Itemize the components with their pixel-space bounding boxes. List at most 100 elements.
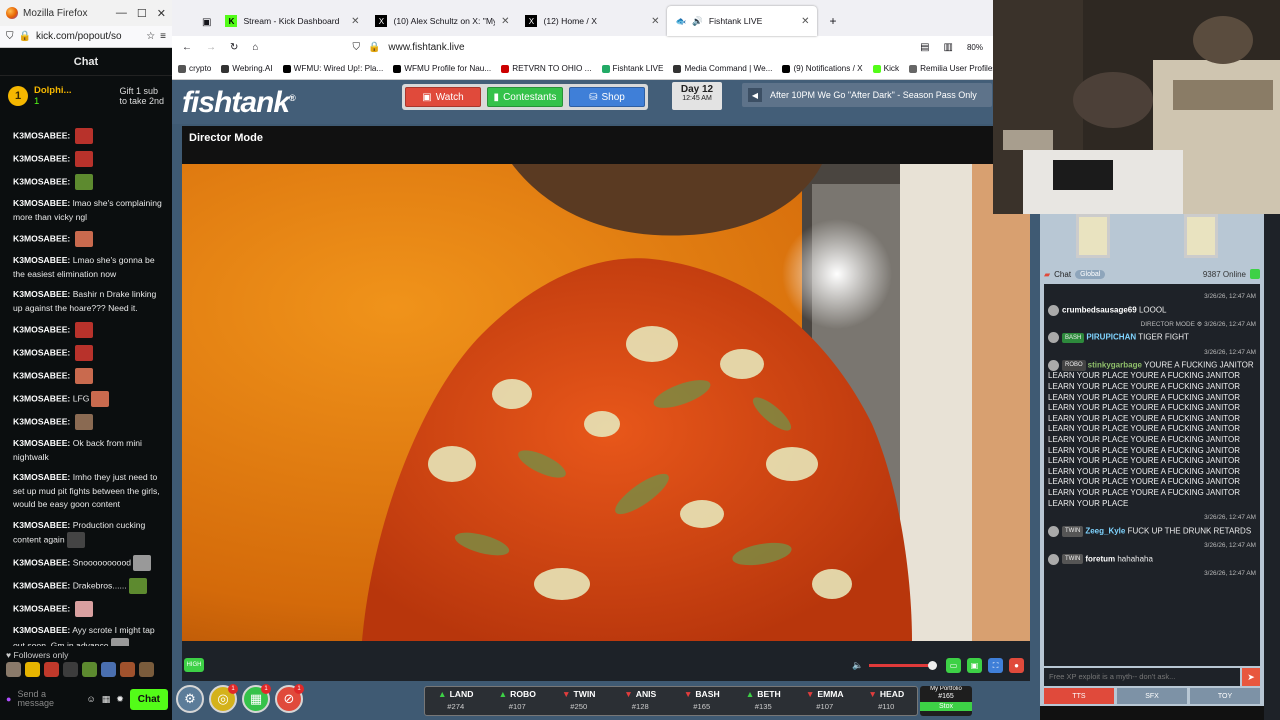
tab-fishtank-live[interactable]: 🐟 🔊 Fishtank LIVE ✕ xyxy=(667,6,818,36)
message-input[interactable]: Send a message xyxy=(17,690,80,708)
video-player[interactable] xyxy=(182,164,1030,641)
contestant-bash[interactable]: ▼ BASH #165 xyxy=(671,687,733,715)
emote-3[interactable] xyxy=(44,662,59,677)
contestant-twin[interactable]: ▼ TWIN #250 xyxy=(548,687,610,715)
emote-tray[interactable] xyxy=(6,662,154,677)
chat-username[interactable]: K3MOSABEE: xyxy=(13,603,70,613)
chat-username[interactable]: K3MOSABEE: xyxy=(13,557,70,567)
address-bar[interactable]: ⛉ 🔒 www.fishtank.live xyxy=(352,42,464,53)
avatar[interactable] xyxy=(1048,304,1059,316)
bookmark-item[interactable]: WFMU Profile for Nau... xyxy=(393,64,491,73)
minimize-icon[interactable]: — xyxy=(116,7,127,20)
store-icon[interactable]: ▦ xyxy=(102,694,111,705)
bookmark-item[interactable]: Remilia User Profiles xyxy=(909,64,993,73)
close-tab-icon[interactable]: ✕ xyxy=(651,16,659,27)
chat-username[interactable]: K3MOSABEE: xyxy=(13,324,70,334)
send-chat-button[interactable]: Chat xyxy=(129,688,168,710)
speaker-icon[interactable]: 🔈 xyxy=(852,660,863,671)
tab-home-x[interactable]: X (12) Home / X ✕ xyxy=(517,6,667,36)
chat-username[interactable]: crumbedsausage69 xyxy=(1062,305,1137,314)
fullscreen-icon[interactable]: ⛶ xyxy=(988,658,1003,673)
cast-icon[interactable]: ▣ xyxy=(967,658,982,673)
mic-icon[interactable]: ● xyxy=(6,694,11,704)
coins-button[interactable]: ◎ 1 xyxy=(209,684,238,713)
avatar[interactable] xyxy=(1048,332,1059,344)
items-button[interactable]: ⊘ 1 xyxy=(275,684,304,713)
chat-username[interactable]: K3MOSABEE: xyxy=(13,176,70,186)
chat-username[interactable]: Zeeg_Kyle xyxy=(1085,526,1125,535)
pinned-gifter[interactable]: 1 Dolphi... 1 Gift 1 sub to take 2nd xyxy=(0,76,172,116)
contestant-robo[interactable]: ▲ ROBO #107 xyxy=(487,687,549,715)
settings-gear-button[interactable]: ⚙ xyxy=(176,685,204,713)
bookmark-item[interactable]: crypto xyxy=(178,64,211,73)
chat-username[interactable]: K3MOSABEE: xyxy=(13,153,70,163)
chat-username[interactable]: K3MOSABEE: xyxy=(13,520,70,530)
home-icon[interactable]: ⌂ xyxy=(252,42,258,53)
maximize-icon[interactable]: ☐ xyxy=(137,7,147,20)
sfx-tab[interactable]: SFX xyxy=(1117,688,1187,704)
volume-knob[interactable] xyxy=(928,661,938,670)
back-icon[interactable]: ← xyxy=(182,42,192,53)
close-tab-icon[interactable]: ✕ xyxy=(501,16,509,27)
contestant-head[interactable]: ▼ HEAD #110 xyxy=(856,687,918,715)
chat-input[interactable]: Free XP exploit is a myth-- don't ask... xyxy=(1044,668,1240,686)
tab-kick-dashboard[interactable]: K Stream - Kick Dashboard ✕ xyxy=(217,6,367,36)
emote-picker-icon[interactable]: ☺ xyxy=(87,694,96,704)
tts-tab[interactable]: TTS xyxy=(1044,688,1114,704)
avatar[interactable] xyxy=(1048,360,1059,372)
bookmark-item[interactable]: Webring.AI xyxy=(221,64,273,73)
emote-6[interactable] xyxy=(101,662,116,677)
chat-username[interactable]: K3MOSABEE: xyxy=(13,233,70,243)
chat-username[interactable]: K3MOSABEE: xyxy=(13,393,70,403)
chat-username[interactable]: PIRUPICHAN xyxy=(1086,333,1136,342)
chat-username[interactable]: K3MOSABEE: xyxy=(13,198,70,208)
reload-icon[interactable]: ↻ xyxy=(230,42,238,53)
close-tab-icon[interactable]: ✕ xyxy=(351,16,359,27)
send-arrow-icon[interactable]: ➤ xyxy=(1242,668,1260,686)
chat-username[interactable]: K3MOSABEE: xyxy=(13,416,70,426)
gift-sub-cta[interactable]: Gift 1 sub to take 2nd xyxy=(119,86,164,106)
stox-button[interactable]: Stox xyxy=(920,702,972,711)
emote-2[interactable] xyxy=(25,662,40,677)
kick-url-bar[interactable]: ⛉ 🔒 kick.com/popout/so ☆ ≡ xyxy=(0,26,172,48)
avatar[interactable] xyxy=(1048,553,1059,565)
bookmark-icon[interactable]: ▥ xyxy=(944,42,953,53)
chat-username[interactable]: foretum xyxy=(1085,554,1115,563)
bookmark-item[interactable]: (9) Notifications / X xyxy=(782,64,863,73)
avatar[interactable] xyxy=(1048,525,1059,537)
forward-icon[interactable]: → xyxy=(206,42,216,53)
chat-username[interactable]: K3MOSABEE: xyxy=(13,347,70,357)
chat-username[interactable]: K3MOSABEE: xyxy=(13,438,70,448)
contestant-anis[interactable]: ▼ ANIS #128 xyxy=(610,687,672,715)
reader-icon[interactable]: ▤ xyxy=(920,42,929,53)
bookmark-item[interactable]: Kick xyxy=(872,64,899,73)
volume-control[interactable]: 🔈 xyxy=(852,660,938,671)
close-tab-icon[interactable]: ✕ xyxy=(801,16,809,27)
chat-username[interactable]: K3MOSABEE: xyxy=(13,370,70,380)
zoom-level[interactable]: 80% xyxy=(967,43,983,52)
clip-icon[interactable]: ▭ xyxy=(946,658,961,673)
emote-7[interactable] xyxy=(120,662,135,677)
bookmark-star-icon[interactable]: ☆ xyxy=(146,31,155,42)
volume-slider[interactable] xyxy=(869,661,938,670)
emote-1[interactable] xyxy=(6,662,21,677)
bookmark-item[interactable]: Fishtank LIVE xyxy=(601,64,663,73)
chevron-left-icon[interactable]: ◀ xyxy=(748,88,762,102)
contestant-emma[interactable]: ▼ EMMA #107 xyxy=(794,687,856,715)
menu-icon[interactable]: ≡ xyxy=(160,31,166,42)
bookmark-item[interactable]: Media Command | We... xyxy=(673,64,772,73)
fishtank-logo[interactable]: fishtank® xyxy=(182,86,296,120)
kick-url[interactable]: kick.com/popout/so xyxy=(36,31,141,42)
new-tab-icon[interactable]: + xyxy=(829,14,836,28)
quality-toggle[interactable]: HIGH xyxy=(184,658,204,672)
watch-button[interactable]: ▣ Watch xyxy=(405,87,481,107)
emote-8[interactable] xyxy=(139,662,154,677)
emote-4[interactable] xyxy=(63,662,78,677)
audio-playing-icon[interactable]: 🔊 xyxy=(692,16,703,27)
users-icon[interactable] xyxy=(1250,269,1260,279)
bookmark-item[interactable]: RETVRN TO OHIO ... xyxy=(501,64,592,73)
toy-tab[interactable]: TOY xyxy=(1190,688,1260,704)
tab-list-icon[interactable]: ▣ xyxy=(202,17,211,28)
global-room-pill[interactable]: Global xyxy=(1075,269,1106,279)
emote-5[interactable] xyxy=(82,662,97,677)
